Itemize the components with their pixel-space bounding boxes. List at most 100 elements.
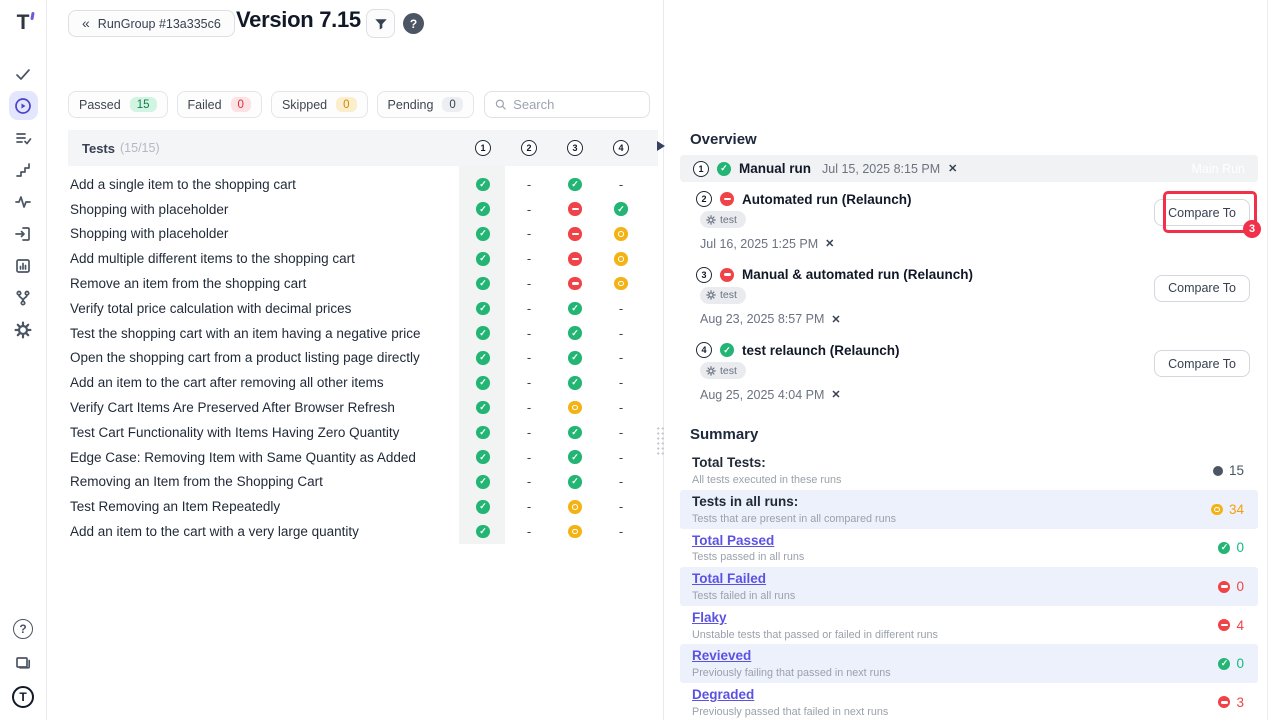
run-column-2[interactable]: 2 bbox=[506, 140, 552, 156]
test-status-cell: ✓ bbox=[460, 202, 506, 216]
remove-run-icon[interactable]: ✕ bbox=[831, 388, 840, 401]
test-row[interactable]: Edge Case: Removing Item with Same Quant… bbox=[68, 445, 658, 470]
filter-funnel-button[interactable] bbox=[366, 9, 395, 38]
status-none-icon: - bbox=[619, 401, 623, 414]
app-logo-icon[interactable]: T bbox=[17, 12, 30, 33]
test-row[interactable]: Verify Cart Items Are Preserved After Br… bbox=[68, 395, 658, 420]
sidebar-item-runs[interactable] bbox=[9, 91, 38, 120]
search-box[interactable] bbox=[484, 91, 650, 118]
run-title: Automated run (Relaunch) bbox=[742, 192, 912, 207]
test-row[interactable]: Add an item to the cart after removing a… bbox=[68, 370, 658, 395]
summary-link[interactable]: Flaky bbox=[692, 610, 938, 627]
test-status-cell: - bbox=[506, 351, 552, 364]
summary-heading: Summary bbox=[690, 426, 1258, 443]
sidebar-item-milestones[interactable] bbox=[9, 155, 38, 184]
run-column-3[interactable]: 3 bbox=[552, 140, 598, 156]
run-item-2[interactable]: 2Automated run (Relaunch) test Jul 16, 2… bbox=[680, 182, 1258, 258]
test-row[interactable]: Shopping with placeholder✓- bbox=[68, 222, 658, 247]
status-skipped-icon bbox=[614, 252, 628, 266]
remove-run-icon[interactable]: ✕ bbox=[948, 162, 957, 175]
filter-pill-skipped[interactable]: Skipped 0 bbox=[271, 91, 368, 118]
summary-link[interactable]: Degraded bbox=[692, 687, 888, 704]
test-row[interactable]: Test Cart Functionality with Items Havin… bbox=[68, 420, 658, 445]
run-item-4[interactable]: 4✓test relaunch (Relaunch) test Aug 25, … bbox=[680, 333, 1258, 409]
test-status-cell: - bbox=[506, 451, 552, 464]
sidebar-item-help[interactable]: ? bbox=[13, 619, 33, 639]
filter-pill-passed[interactable]: Passed 15 bbox=[68, 91, 168, 118]
status-passed-icon: ✓ bbox=[568, 351, 582, 365]
test-status-cell: ✓ bbox=[552, 426, 598, 440]
summary-description: Tests failed in all runs bbox=[692, 590, 795, 602]
status-passed-icon: ✓ bbox=[476, 401, 490, 415]
test-row[interactable]: Open the shopping cart from a product li… bbox=[68, 346, 658, 371]
sidebar-item-tests[interactable] bbox=[9, 59, 38, 88]
runs-list: 1✓Manual run Jul 15, 2025 8:15 PM ✕ Main… bbox=[680, 155, 1258, 409]
run-item-3[interactable]: 3Manual & automated run (Relaunch) test … bbox=[680, 258, 1258, 334]
remove-run-icon[interactable]: ✕ bbox=[831, 313, 840, 326]
sidebar-item-docs[interactable] bbox=[9, 648, 38, 677]
run-title: Manual run bbox=[739, 161, 811, 176]
compare-to-button[interactable]: Compare To bbox=[1154, 199, 1250, 226]
test-status-cell bbox=[552, 202, 598, 216]
run-column-1[interactable]: 1 bbox=[460, 140, 506, 156]
test-row[interactable]: Test the shopping cart with an item havi… bbox=[68, 321, 658, 346]
compare-to-button[interactable]: Compare To bbox=[1154, 275, 1250, 302]
sidebar-item-analytics[interactable] bbox=[9, 187, 38, 216]
test-status-cell: - bbox=[598, 451, 644, 464]
status-passed-icon: ✓ bbox=[568, 178, 582, 192]
test-row[interactable]: Verify total price calculation with deci… bbox=[68, 296, 658, 321]
rungroup-back-button[interactable]: « RunGroup #13a335c6 bbox=[68, 10, 235, 37]
sidebar-item-import[interactable] bbox=[9, 219, 38, 248]
orange-dot-icon bbox=[1211, 504, 1223, 516]
search-input[interactable] bbox=[513, 97, 639, 112]
sidebar-item-branches[interactable] bbox=[9, 283, 38, 312]
summary-link[interactable]: Revieved bbox=[692, 648, 891, 665]
test-status-cell: ✓ bbox=[460, 426, 506, 440]
test-status-cell: ✓ bbox=[460, 525, 506, 539]
list-check-icon bbox=[14, 129, 32, 147]
summary-row: Total Tests: All tests executed in these… bbox=[680, 452, 1258, 491]
run-column-4[interactable]: 4 bbox=[598, 140, 644, 156]
summary-description: Unstable tests that passed or failed in … bbox=[692, 629, 938, 641]
main-run-badge: Main Run bbox=[1192, 162, 1246, 176]
test-status-cell: ✓ bbox=[460, 227, 506, 241]
sidebar-item-profile[interactable]: T bbox=[12, 686, 34, 708]
status-failed-icon bbox=[568, 202, 582, 216]
filter-pill-count: 0 bbox=[442, 97, 462, 112]
sidebar-item-settings[interactable] bbox=[9, 315, 38, 344]
sidebar-bottom: ?T bbox=[9, 619, 38, 708]
run-tag: test bbox=[700, 211, 746, 228]
status-none-icon: - bbox=[619, 451, 623, 464]
test-name: Verify Cart Items Are Preserved After Br… bbox=[70, 400, 460, 415]
summary-link[interactable]: Total Passed bbox=[692, 533, 804, 550]
status-none-icon: - bbox=[527, 500, 531, 513]
right-scroll-gutter[interactable] bbox=[1267, 0, 1280, 720]
test-row[interactable]: Remove an item from the shopping cart✓- bbox=[68, 271, 658, 296]
sidebar-item-reports[interactable] bbox=[9, 251, 38, 280]
filter-pill-failed[interactable]: Failed 0 bbox=[177, 91, 262, 118]
test-row[interactable]: Removing an Item from the Shopping Cart✓… bbox=[68, 470, 658, 495]
summary-count: 0 bbox=[1236, 579, 1244, 594]
test-row[interactable]: Shopping with placeholder✓-✓ bbox=[68, 197, 658, 222]
summary-count: 0 bbox=[1236, 540, 1244, 555]
test-row[interactable]: Add a single item to the shopping cart✓-… bbox=[68, 172, 658, 197]
test-name: Add an item to the cart after removing a… bbox=[70, 375, 460, 390]
remove-run-icon[interactable]: ✕ bbox=[825, 237, 834, 250]
tests-table-body: Add a single item to the shopping cart✓-… bbox=[68, 166, 658, 544]
test-status-cell: - bbox=[598, 302, 644, 315]
test-row[interactable]: Test Removing an Item Repeatedly✓-- bbox=[68, 494, 658, 519]
help-button[interactable]: ? bbox=[403, 13, 424, 34]
filter-pill-pending[interactable]: Pending 0 bbox=[377, 91, 474, 118]
run-item-1[interactable]: 1✓Manual run Jul 15, 2025 8:15 PM ✕ Main… bbox=[680, 155, 1258, 182]
bar-chart-icon bbox=[14, 257, 32, 275]
test-row[interactable]: Add an item to the cart with a very larg… bbox=[68, 519, 658, 544]
collapse-panel-arrow-icon[interactable] bbox=[657, 141, 665, 151]
summary-link[interactable]: Total Failed bbox=[692, 571, 795, 588]
run-tag: test bbox=[700, 287, 746, 304]
test-row[interactable]: Add multiple different items to the shop… bbox=[68, 246, 658, 271]
status-none-icon: - bbox=[619, 426, 623, 439]
compare-to-button[interactable]: Compare To bbox=[1154, 350, 1250, 377]
status-passed-icon: ✓ bbox=[476, 302, 490, 316]
sidebar-item-plans[interactable] bbox=[9, 123, 38, 152]
run-tag-label: test bbox=[720, 214, 737, 226]
